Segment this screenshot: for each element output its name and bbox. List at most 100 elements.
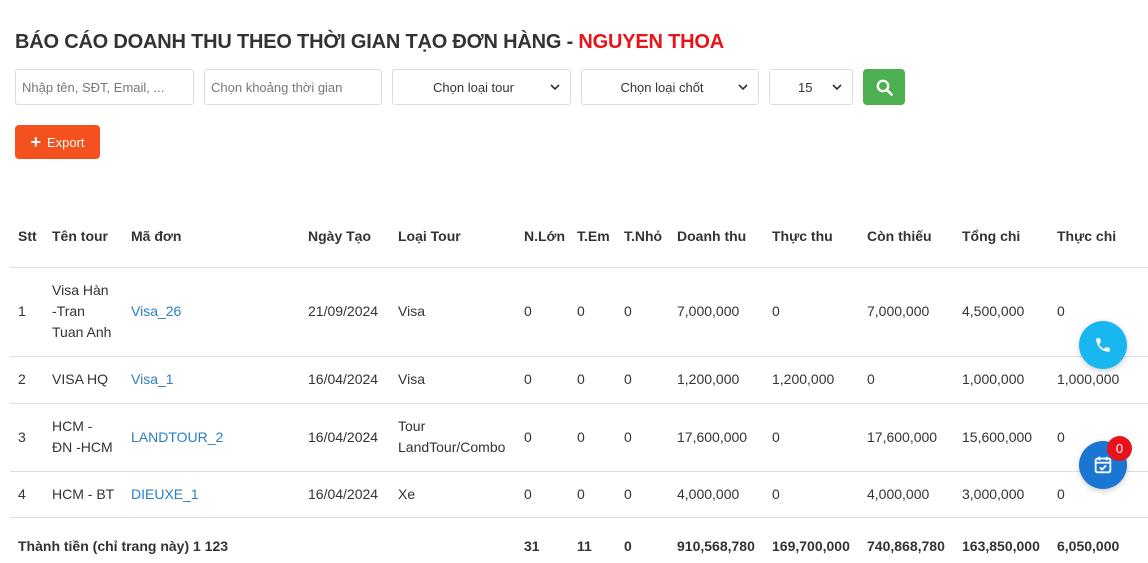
table-cell: 16/04/2024	[300, 356, 390, 404]
table-cell: 1,200,000	[669, 356, 764, 404]
page-size-select[interactable]: 15	[769, 69, 853, 105]
table-cell: 0	[516, 471, 569, 518]
column-header[interactable]: Thực thu	[764, 205, 859, 268]
table-header-row: Stt Tên tour Mã đơn Ngày Tạo Loại Tour N…	[10, 205, 1148, 268]
table-cell: 0	[616, 471, 669, 518]
revenue-table: Stt Tên tour Mã đơn Ngày Tạo Loại Tour N…	[10, 205, 1148, 563]
close-type-value: Chọn loại chốt	[620, 79, 704, 95]
table-cell: 3	[10, 403, 44, 472]
total-cell: 31	[524, 537, 540, 554]
column-header[interactable]: Stt	[10, 205, 44, 268]
notification-badge: 0	[1107, 436, 1132, 461]
table-cell: 0	[516, 356, 569, 404]
table-cell: 0	[764, 471, 859, 518]
plus-icon: +	[30, 132, 41, 152]
total-cell: 0	[624, 537, 632, 554]
total-cell: 740,868,780	[867, 537, 945, 554]
close-type-select[interactable]: Chọn loại chốt	[581, 69, 759, 105]
order-code-link[interactable]: Visa_26	[123, 267, 300, 357]
table-cell: 0	[516, 267, 569, 357]
table-cell: 2,	[1140, 267, 1148, 357]
table-total-row: Thành tiền (chỉ trang này) 1 123 31 11 0…	[10, 517, 1148, 563]
table-cell: 3,000,000	[954, 471, 1049, 518]
table-cell: Xe	[390, 471, 516, 518]
phone-icon	[1096, 338, 1110, 352]
total-cell: 169,700,000	[772, 537, 850, 554]
table-row: 3 HCM - ĐN -HCM LANDTOUR_2 16/04/2024 To…	[10, 403, 1148, 472]
table-cell: 0	[616, 403, 669, 472]
column-header[interactable]: Ngày Tạo	[300, 205, 390, 268]
column-header[interactable]: T.Em	[569, 205, 616, 268]
column-header[interactable]: Thực chi	[1049, 205, 1140, 268]
table-cell: HCM - BT	[44, 471, 123, 518]
date-range-input[interactable]: Chọn khoảng thời gian	[204, 69, 382, 105]
table-cell: 7,000,000	[669, 267, 764, 357]
column-header[interactable]: N.Lớn	[516, 205, 569, 268]
table-row: 1 Visa Hàn -Tran Tuan Anh Visa_26 21/09/…	[10, 267, 1148, 357]
table-cell: 17,600,000	[669, 403, 764, 472]
search-input-placeholder: Nhập tên, SĐT, Email, ...	[22, 79, 165, 95]
export-button[interactable]: + Export	[15, 125, 100, 159]
column-header[interactable]: Loại Tour	[390, 205, 516, 268]
column-header[interactable]: Lợ	[1140, 205, 1148, 268]
search-input[interactable]: Nhập tên, SĐT, Email, ...	[15, 69, 194, 105]
table-cell: 0	[569, 471, 616, 518]
search-button[interactable]	[863, 69, 905, 105]
search-icon	[876, 79, 893, 96]
table-cell: 21/09/2024	[300, 267, 390, 357]
export-button-label: Export	[46, 134, 85, 150]
page-size-value: 15	[798, 79, 813, 95]
table-cell: 0	[616, 356, 669, 404]
table-cell: HCM - ĐN -HCM	[44, 403, 123, 472]
table-cell: 1,000,000	[954, 356, 1049, 404]
table-cell: 4	[10, 471, 44, 518]
total-cell: 22	[1140, 517, 1148, 563]
column-header[interactable]: Doanh thu	[669, 205, 764, 268]
chevron-down-icon	[550, 84, 560, 91]
table-cell: 1	[10, 267, 44, 357]
table-cell: 2	[10, 356, 44, 404]
table-cell: 7,000,000	[859, 267, 954, 357]
table-cell: 4,000,000	[859, 471, 954, 518]
table-cell: 0	[569, 267, 616, 357]
table-cell: 0	[616, 267, 669, 357]
tour-type-select[interactable]: Chọn loại tour	[392, 69, 571, 105]
table-cell: 0	[764, 403, 859, 472]
table-cell: Tour LandTour/Combo	[390, 403, 516, 472]
order-code-link[interactable]: LANDTOUR_2	[123, 403, 300, 472]
chevron-down-icon	[832, 84, 842, 91]
table-cell: VISA HQ	[44, 356, 123, 404]
table-cell: 15,600,000	[954, 403, 1049, 472]
column-header[interactable]: T.Nhỏ	[616, 205, 669, 268]
column-header[interactable]: Còn thiếu	[859, 205, 954, 268]
page-title-user: NGUYEN THOA	[578, 31, 724, 53]
table-cell: 16/04/2024	[300, 471, 390, 518]
table-cell: Visa	[390, 356, 516, 404]
order-code-link[interactable]: DIEUXE_1	[123, 471, 300, 518]
tour-type-value: Chọn loại tour	[433, 79, 514, 95]
date-range-placeholder: Chọn khoảng thời gian	[211, 79, 343, 95]
page-title-text: BÁO CÁO DOANH THU THEO THỜI GIAN TẠO ĐƠN…	[15, 31, 579, 53]
column-header[interactable]: Tên tour	[44, 205, 123, 268]
table-cell: 0	[859, 356, 954, 404]
table-cell: 1,200,000	[764, 356, 859, 404]
column-header[interactable]: Mã đơn	[123, 205, 300, 268]
table-cell: 1,	[1140, 471, 1148, 518]
table-cell: 17,600,000	[859, 403, 954, 472]
phone-call-button[interactable]	[1079, 321, 1127, 369]
table-row: 4 HCM - BT DIEUXE_1 16/04/2024 Xe 0 0 0 …	[10, 471, 1148, 518]
table-cell: 4,000,000	[669, 471, 764, 518]
chevron-down-icon	[738, 84, 748, 91]
table-cell: 4,500,000	[954, 267, 1049, 357]
total-cell: 6,050,000	[1057, 537, 1120, 554]
total-cell: 11	[577, 537, 592, 554]
order-code-link[interactable]: Visa_1	[123, 356, 300, 404]
table-cell: Visa Hàn -Tran Tuan Anh	[44, 267, 123, 357]
total-cell: 163,850,000	[962, 537, 1040, 554]
table-cell: 20	[1140, 356, 1148, 404]
total-label: Thành tiền (chỉ trang này) 1 123	[18, 537, 229, 554]
column-header[interactable]: Tổng chi	[954, 205, 1049, 268]
table-cell: 0	[516, 403, 569, 472]
table-cell: 16/04/2024	[300, 403, 390, 472]
page-title: BÁO CÁO DOANH THU THEO THỜI GIAN TẠO ĐƠN…	[15, 31, 724, 54]
